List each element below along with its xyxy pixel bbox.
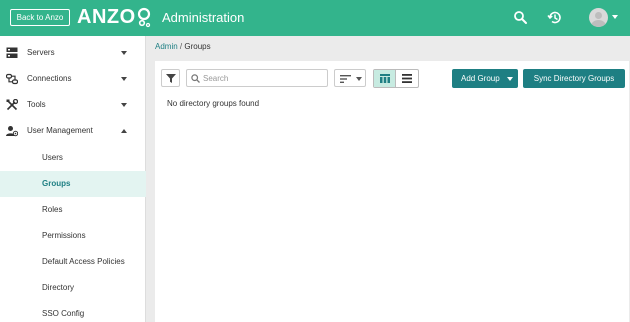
sidebar-item-label: Connections (27, 74, 72, 83)
sidebar-subitem-roles[interactable]: Roles (0, 197, 146, 223)
table-grid-icon (380, 74, 390, 83)
sort-icon (340, 75, 351, 83)
sidebar-item-servers[interactable]: Servers (0, 40, 146, 66)
sidebar-item-user-management[interactable]: User Management (0, 118, 146, 144)
sidebar-subitem-sso-config[interactable]: SSO Config (0, 301, 146, 322)
add-group-label: Add Group (461, 74, 500, 83)
logo-mark-icon (137, 7, 150, 28)
list-view-button[interactable] (396, 70, 418, 87)
main-panel: Add Group Sync Directory Groups No direc… (155, 61, 629, 322)
logo-text: ANZO (77, 5, 136, 28)
filter-button[interactable] (161, 69, 180, 87)
user-avatar-icon[interactable] (589, 8, 608, 27)
history-icon[interactable] (546, 9, 563, 26)
app-title: Administration (162, 10, 245, 25)
sort-button[interactable] (334, 69, 366, 87)
chevron-down-icon (356, 77, 362, 81)
sidebar-subitem-label: Directory (42, 283, 75, 292)
sidebar-item-label: User Management (27, 126, 93, 135)
sidebar-subitem-label: Default Access Policies (42, 257, 125, 266)
grid-view-button[interactable] (374, 70, 396, 87)
sidebar-item-tools[interactable]: Tools (0, 92, 146, 118)
sidebar-subitem-directory[interactable]: Directory (0, 275, 146, 301)
server-icon (6, 47, 18, 58)
back-to-anzo-button[interactable]: Back to Anzo (10, 9, 70, 26)
tools-icon (6, 99, 18, 111)
sidebar-subitem-permissions[interactable]: Permissions (0, 223, 146, 249)
breadcrumb-separator: / (179, 42, 183, 51)
chevron-up-icon (121, 129, 127, 133)
list-icon (402, 74, 412, 83)
sidebar-item-label: Tools (27, 100, 46, 109)
search-icon[interactable] (512, 9, 529, 26)
user-menu-chevron-down-icon[interactable] (612, 15, 618, 19)
top-bar: Back to Anzo ANZO Administration (0, 0, 630, 36)
sidebar-subitem-groups[interactable]: Groups (0, 171, 146, 197)
connections-icon (6, 73, 18, 85)
empty-state-message: No directory groups found (167, 99, 260, 108)
sidebar-subitem-label: SSO Config (42, 309, 85, 318)
chevron-down-icon (121, 77, 127, 81)
chevron-down-icon (121, 51, 127, 55)
sidebar-item-connections[interactable]: Connections (0, 66, 146, 92)
user-management-icon (6, 126, 18, 137)
view-mode-toggle (373, 69, 419, 88)
add-group-button[interactable]: Add Group (452, 69, 518, 88)
sync-directory-groups-button[interactable]: Sync Directory Groups (523, 69, 625, 88)
chevron-down-icon (121, 103, 127, 107)
sidebar-subitem-label: Permissions (42, 231, 86, 240)
sidebar-item-label: Servers (27, 48, 55, 57)
sidebar-subitem-label: Roles (42, 205, 63, 214)
sidebar: Servers Connections Tools User Managemen… (0, 36, 146, 322)
breadcrumb-admin-link[interactable]: Admin (155, 42, 178, 51)
sidebar-subitem-label: Groups (42, 179, 71, 188)
breadcrumb: Admin / Groups (155, 42, 211, 52)
search-icon (191, 74, 200, 83)
search-input[interactable] (203, 72, 323, 84)
sidebar-subitem-users[interactable]: Users (0, 145, 146, 171)
search-field[interactable] (186, 69, 328, 87)
sidebar-subitem-label: Users (42, 153, 63, 162)
filter-icon (166, 74, 176, 83)
anzo-logo: ANZO (77, 5, 151, 29)
sidebar-subitem-default-access-policies[interactable]: Default Access Policies (0, 249, 146, 275)
breadcrumb-current: Groups (184, 42, 211, 51)
chevron-down-icon (507, 77, 513, 81)
avatar-silhouette-icon (591, 12, 606, 27)
